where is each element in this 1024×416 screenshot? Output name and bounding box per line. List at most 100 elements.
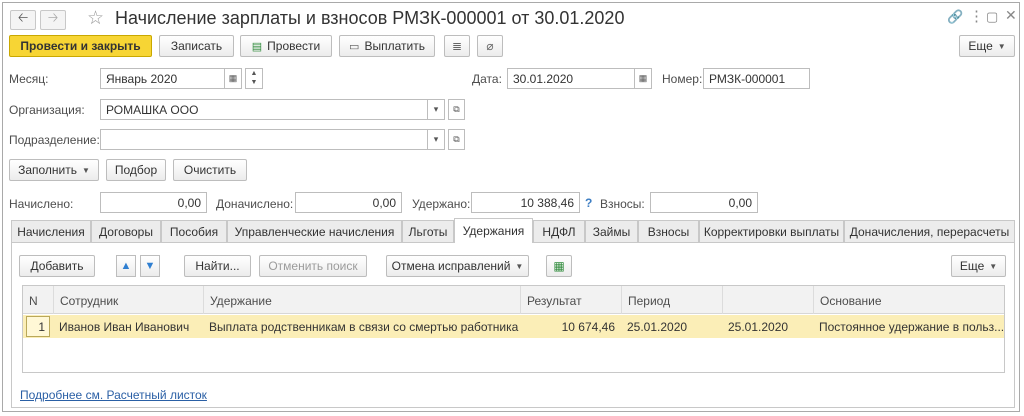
cancel-search-button[interactable]: Отменить поиск (259, 255, 367, 277)
row-period2: 25.01.2020 (728, 320, 789, 334)
row-period: 25.01.2020 (627, 320, 688, 334)
tab-ndfl[interactable]: НДФЛ (533, 220, 585, 242)
save-button[interactable]: Записать (159, 35, 234, 57)
org-dropdown-button[interactable]: ▾ (428, 99, 445, 120)
move-up-button[interactable]: ▲ (116, 255, 136, 277)
add-button[interactable]: Добавить (19, 255, 95, 277)
additional-field: 0,00 (295, 192, 402, 213)
post-button[interactable]: ▤ Провести (240, 35, 332, 57)
table-row[interactable]: 1 Иванов Иван Иванович Выплата родственн… (23, 315, 1004, 338)
panel-more-label: Еще (959, 259, 985, 273)
chevron-down-icon: ▾ (433, 134, 439, 144)
attach-button[interactable]: ⌀ (477, 35, 503, 57)
org-field[interactable]: РОМАШКА ООО (100, 99, 428, 120)
col-result[interactable]: Результат (520, 286, 621, 314)
arrow-left-icon: 🡠 (17, 10, 29, 25)
number-label: Номер: (662, 72, 703, 86)
open-icon: ⧉ (453, 104, 460, 114)
restore-icon[interactable]: ▢ (986, 9, 998, 25)
more-vertical-icon[interactable]: ⋮ (969, 7, 984, 25)
month-stepper[interactable]: ▲ ▼ (245, 68, 263, 89)
date-calendar-button[interactable]: ▦ (635, 68, 652, 89)
tab-contributions[interactable]: Взносы (638, 220, 699, 242)
tab-benefits[interactable]: Пособия (161, 220, 227, 242)
document-window: 🡠 🡢 ☆ Начисление зарплаты и взносов РМЗК… (2, 2, 1020, 412)
table-export-icon: ▦ (553, 259, 565, 273)
fill-button[interactable]: Заполнить ▼ (9, 159, 99, 181)
fill-label: Заполнить (18, 163, 77, 177)
move-down-button[interactable]: ▼ (140, 255, 160, 277)
report-button[interactable]: ≣ (444, 35, 470, 57)
pay-button[interactable]: ▭ Выплатить (339, 35, 435, 57)
cancel-fix-label: Отмена исправлений (391, 259, 511, 273)
more-label: Еще (968, 39, 993, 53)
withheld-label: Удержано: (412, 197, 471, 211)
tab-bar: Начисления Договоры Пособия Управленческ… (11, 218, 1015, 243)
table-header: N Сотрудник Удержание Результат Период О… (23, 286, 1004, 314)
tab-payment-adjustments[interactable]: Корректировки выплаты (699, 220, 844, 242)
org-label: Организация: (9, 103, 85, 117)
paperclip-icon: ⌀ (486, 39, 494, 53)
withheld-field: 10 388,46 (471, 192, 580, 213)
col-n[interactable]: N (23, 286, 53, 314)
dept-field[interactable] (100, 129, 428, 150)
row-basis: Постоянное удержание в польз... (819, 320, 1004, 334)
col-deduction[interactable]: Удержание (203, 286, 520, 314)
tab-deductions[interactable]: Удержания (454, 218, 533, 243)
col-basis[interactable]: Основание (813, 286, 1004, 314)
org-open-button[interactable]: ⧉ (448, 99, 465, 120)
tab-contracts[interactable]: Договоры (91, 220, 161, 242)
export-table-button[interactable]: ▦ (546, 255, 572, 277)
clear-button[interactable]: Очистить (173, 159, 247, 181)
calendar-icon: ▦ (228, 73, 238, 83)
row-number: 1 (26, 316, 50, 337)
tab-loans[interactable]: Займы (585, 220, 638, 242)
tab-privileges[interactable]: Льготы (402, 220, 454, 242)
cancel-fix-button[interactable]: Отмена исправлений ▼ (386, 255, 529, 277)
arrow-up-icon: ▲ (120, 260, 132, 272)
close-icon[interactable]: ✕ (1005, 7, 1017, 24)
tab-accruals[interactable]: Начисления (11, 220, 91, 242)
chevron-down-icon: ▼ (989, 261, 998, 271)
col-period[interactable]: Период (621, 286, 722, 314)
find-button[interactable]: Найти... (184, 255, 251, 277)
number-field[interactable]: РМЗК-000001 (703, 68, 810, 89)
post-and-close-button[interactable]: Провести и закрыть (9, 35, 152, 57)
panel-more-button[interactable]: Еще ▼ (951, 255, 1006, 277)
col-employee[interactable]: Сотрудник (53, 286, 203, 314)
accrued-label: Начислено: (9, 197, 74, 211)
calendar-icon: ▦ (638, 73, 648, 83)
dept-dropdown-button[interactable]: ▾ (428, 129, 445, 150)
calendar-button[interactable]: ▦ (225, 68, 242, 89)
help-icon[interactable]: ? (585, 196, 592, 210)
forward-button[interactable]: 🡢 (40, 10, 66, 30)
arrow-right-icon: 🡢 (47, 10, 59, 25)
accrued-field: 0,00 (100, 192, 207, 213)
open-icon: ⧉ (453, 134, 460, 144)
chevron-down-icon: ▼ (997, 41, 1006, 51)
back-button[interactable]: 🡠 (10, 10, 36, 30)
pay-icon: ▭ (349, 40, 360, 53)
month-label: Месяц: (9, 72, 49, 86)
document-list-icon: ≣ (451, 39, 463, 53)
row-result: 10 674,46 (561, 320, 615, 334)
more-button[interactable]: Еще ▼ (959, 35, 1015, 57)
page-title: Начисление зарплаты и взносов РМЗК-00000… (115, 8, 625, 28)
row-employee: Иванов Иван Иванович (59, 320, 190, 334)
chevron-down-icon: ▾ (433, 104, 439, 114)
contrib-label: Взносы: (600, 197, 645, 211)
star-icon[interactable]: ☆ (87, 7, 104, 30)
link-icon[interactable]: 🔗 (947, 9, 963, 25)
col-period2[interactable] (722, 286, 813, 314)
date-label: Дата: (472, 72, 502, 86)
payslip-link[interactable]: Подробнее см. Расчетный листок (20, 388, 207, 402)
tab-recalculations[interactable]: Доначисления, перерасчеты (844, 220, 1015, 242)
dept-open-button[interactable]: ⧉ (448, 129, 465, 150)
post-label: Провести (267, 39, 321, 53)
date-field[interactable]: 30.01.2020 (507, 68, 635, 89)
select-button[interactable]: Подбор (106, 159, 166, 181)
dept-label: Подразделение: (9, 133, 100, 147)
tab-management-accruals[interactable]: Управленческие начисления (227, 220, 402, 242)
deductions-table: N Сотрудник Удержание Результат Период О… (22, 285, 1005, 373)
month-field[interactable]: Январь 2020 (100, 68, 225, 89)
